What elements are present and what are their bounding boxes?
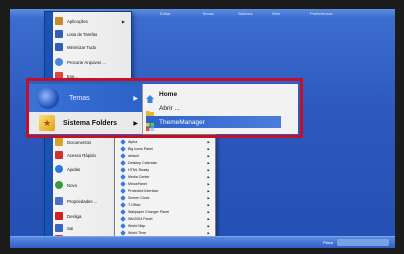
submenu-item-label: ThemeManager <box>159 118 205 126</box>
start-menu-item-label: Lista de Tarefas <box>67 31 98 37</box>
theme-item-icon <box>120 167 126 173</box>
themes-icon <box>37 87 59 109</box>
submenu-item-thememanager[interactable]: ThemeManager <box>146 116 281 131</box>
theme-item-label: Desktop Calendar <box>128 161 157 165</box>
submenu-arrow-icon: ▶ <box>207 203 210 207</box>
menubar-item[interactable]: Web <box>272 9 280 18</box>
tasklist-icon <box>55 30 63 38</box>
theme-item-icon <box>120 216 126 222</box>
menu-item-sistema-folders-label: Sistema Folders <box>63 119 118 127</box>
menubar-item[interactable]: Sistema <box>238 9 252 18</box>
submenu-arrow-icon: ▶ <box>133 120 138 127</box>
theme-item-label: Media Center <box>128 175 150 179</box>
submenu-arrow-icon: ▶ <box>207 189 210 193</box>
submenu-arrow-icon: ▶ <box>133 95 138 102</box>
submenu-arrow-icon: ▶ <box>207 210 210 214</box>
submenu-arrow-icon: ▶ <box>207 147 210 151</box>
theme-item-icon <box>120 223 126 229</box>
theme-item-icon <box>120 139 126 145</box>
submenu-arrow-icon: ▶ <box>207 140 210 144</box>
minimize-icon <box>55 43 63 51</box>
menubar-item[interactable]: Editar <box>160 9 170 18</box>
start-menu-item-label: Procurar Arquivos ... <box>67 59 106 65</box>
submenu-arrow-icon: ▶ <box>207 182 210 186</box>
theme-item-label: HTML Ready <box>128 168 150 172</box>
menu-item-temas[interactable]: Temas ▶ <box>29 84 142 112</box>
theme-item-label: World Map <box>128 224 146 228</box>
start-menu-item-aplicacoes[interactable]: Aplicações ▶ <box>55 15 129 27</box>
theme-item-label: Win2004 Panel <box>128 217 153 221</box>
start-menu-item-procurar[interactable]: Procurar Arquivos ... <box>55 56 129 68</box>
temas-submenu: Home Abrir ... ThemeManager <box>142 84 298 134</box>
theme-item-label: Protected Interface <box>128 189 159 193</box>
theme-item-icon <box>120 195 126 201</box>
menubar-item[interactable]: Preferências <box>310 9 332 18</box>
theme-item-label: World Time <box>128 231 147 235</box>
screen: Item Editar Temas Sistema Web Preferênci… <box>0 0 404 254</box>
start-menu-item-minimizar[interactable]: Minimizar Tudo <box>55 41 129 53</box>
search-icon <box>55 58 63 66</box>
theme-item-icon <box>120 202 126 208</box>
submenu-arrow-icon: ▶ <box>207 154 210 158</box>
submenu-arrow-icon: ▶ <box>207 217 210 221</box>
apps-icon <box>55 17 63 25</box>
submenu-item-home[interactable]: Home <box>146 88 281 103</box>
home-icon <box>146 90 154 103</box>
theme-item-label: T-Office <box>128 203 141 207</box>
submenu-item-label: Abrir ... <box>159 104 180 112</box>
system-tray[interactable] <box>337 239 389 246</box>
start-menu-item-label: Desliga <box>67 213 82 219</box>
start-menu-item-label: Ajudas <box>67 166 81 172</box>
star-folder-icon: ★ <box>39 115 55 131</box>
menu-item-temas-label: Temas <box>69 94 90 102</box>
submenu-arrow-icon: ▶ <box>207 231 210 235</box>
start-menu-item-label: Acesso Rápido <box>67 152 96 158</box>
start-menu-item-label: Minimizar Tudo <box>67 44 97 50</box>
quick-access-icon <box>55 151 63 159</box>
shutdown-icon <box>55 212 63 220</box>
theme-item-icon <box>120 209 126 215</box>
tray-label: Plaza <box>322 240 333 245</box>
documents-icon <box>55 138 63 146</box>
theme-manager-icon <box>146 118 154 131</box>
folder-open-icon <box>146 104 154 117</box>
taskbar: Plaza <box>10 236 395 248</box>
help-icon <box>55 165 63 173</box>
theme-item-icon <box>120 188 126 194</box>
submenu-arrow-icon: ▶ <box>207 168 210 172</box>
properties-icon <box>55 197 63 205</box>
theme-item-icon <box>120 160 126 166</box>
menu-item-sistema-folders[interactable]: ★ Sistema Folders ▶ <box>29 112 142 134</box>
theme-list-submenu: Alpha ▶ Big Icons Panel ▶ default ▶ Desktop… <box>114 134 216 239</box>
theme-item-label: Screen Clock <box>128 196 150 200</box>
theme-item-icon <box>120 174 126 180</box>
theme-item-label: MinusPanel <box>128 182 147 186</box>
submenu-arrow-icon: ▶ <box>207 196 210 200</box>
theme-item-icon <box>120 146 126 152</box>
theme-item-label: Big Icons Panel <box>128 147 153 151</box>
submenu-arrow-icon: ▶ <box>207 161 210 165</box>
submenu-arrow-icon: ▶ <box>121 18 125 24</box>
menubar-item[interactable]: Temas <box>202 9 214 18</box>
submenu-arrow-icon: ▶ <box>207 175 210 179</box>
submenu-arrow-icon: ▶ <box>207 224 210 228</box>
start-menu-item-label: Documentos <box>67 139 92 145</box>
theme-item-icon <box>120 181 126 187</box>
theme-item-label: default <box>128 154 139 158</box>
submenu-item-abrir[interactable]: Abrir ... <box>146 102 281 117</box>
theme-item-icon <box>120 230 126 236</box>
theme-item-icon <box>120 153 126 159</box>
start-menu-item-lista-tarefas[interactable]: Lista de Tarefas <box>55 28 129 40</box>
start-menu-item-label: Sai <box>67 225 74 231</box>
start-menu-item-label: Aplicações <box>67 18 88 24</box>
submenu-item-label: Home <box>159 90 178 98</box>
theme-item-label: Wallpaper Changer Panel <box>128 210 170 214</box>
start-menu-item-label: Propriedades ... <box>67 198 98 204</box>
theme-item-label: Alpha <box>128 140 138 144</box>
new-icon <box>55 181 63 189</box>
logoff-icon <box>55 224 63 232</box>
start-menu-item-label: Novo <box>67 182 78 188</box>
